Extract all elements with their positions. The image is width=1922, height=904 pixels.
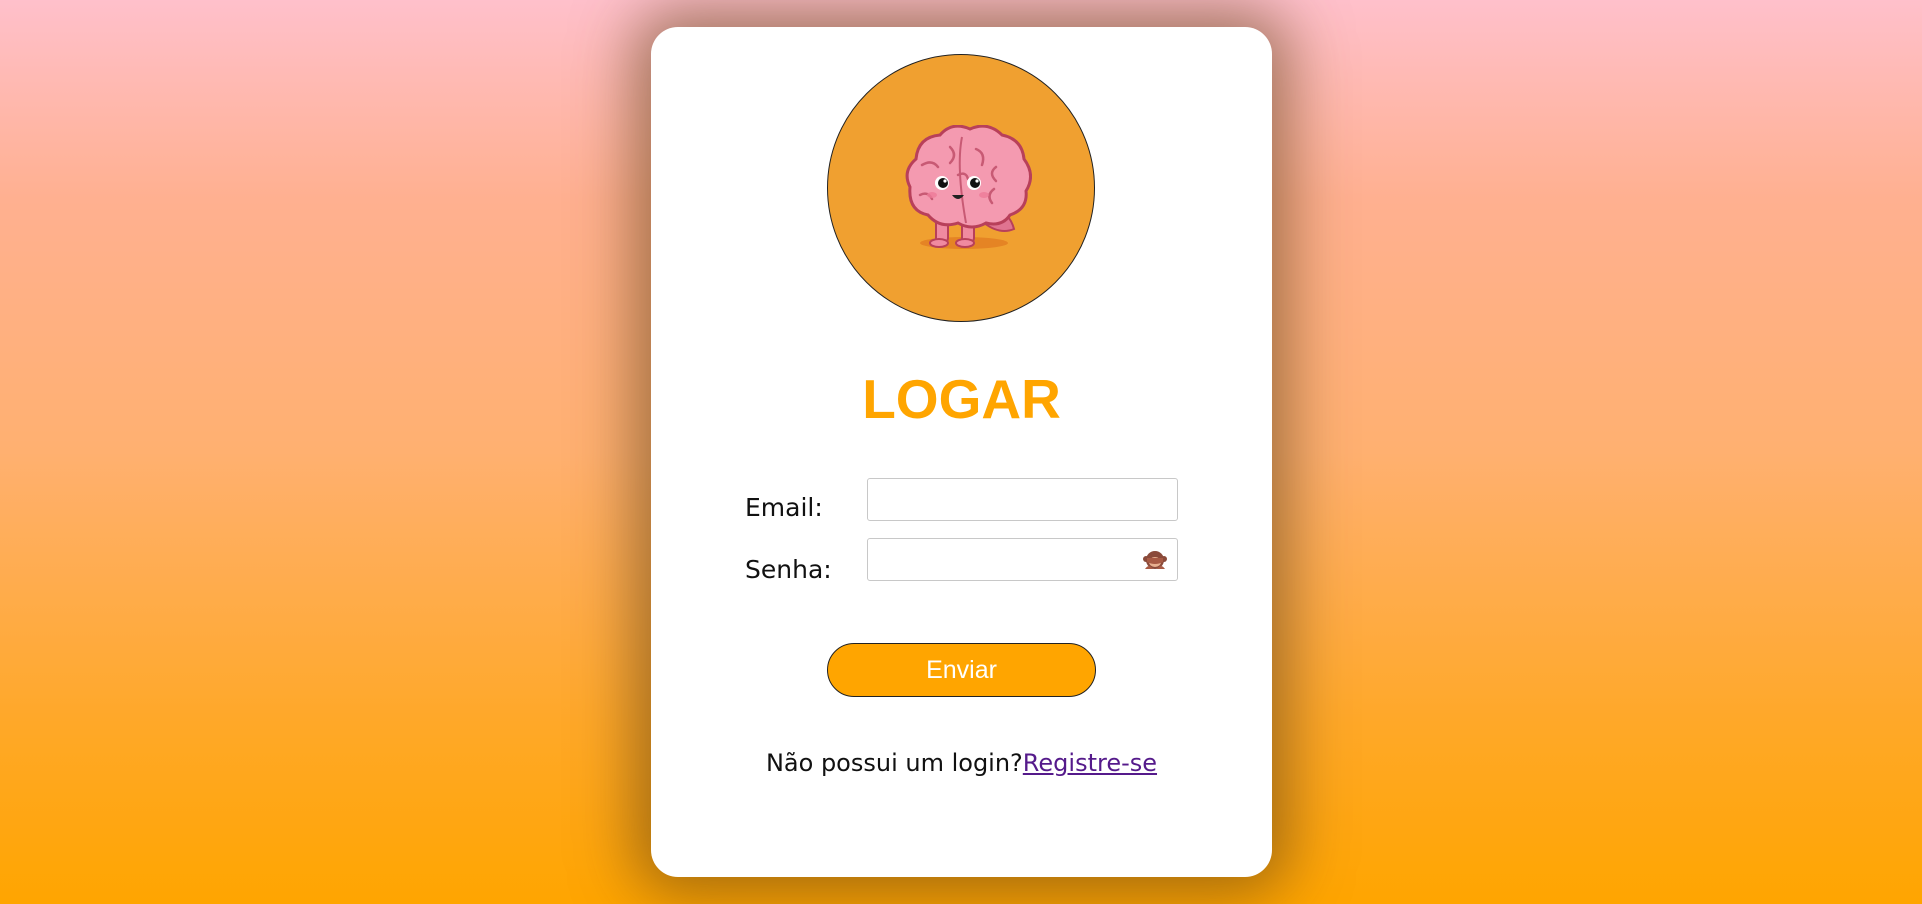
page-title: LOGAR	[862, 368, 1061, 430]
register-prompt: Não possui um login?Registre-se	[651, 751, 1272, 775]
password-label: Senha:	[745, 555, 832, 584]
submit-button[interactable]: Enviar	[827, 643, 1096, 697]
register-prompt-text: Não possui um login?	[765, 749, 1023, 777]
email-field[interactable]	[867, 478, 1178, 521]
email-label: Email:	[745, 493, 823, 522]
password-field[interactable]	[867, 538, 1178, 581]
see-no-evil-monkey-icon[interactable]	[1143, 549, 1167, 571]
brain-mascot-icon	[827, 54, 1095, 322]
register-link[interactable]: Registre-se	[1023, 749, 1157, 777]
login-card: LOGAR Email: Senha: Enviar Não possui um…	[651, 27, 1272, 877]
brain-mascot-drawing	[905, 125, 1032, 249]
